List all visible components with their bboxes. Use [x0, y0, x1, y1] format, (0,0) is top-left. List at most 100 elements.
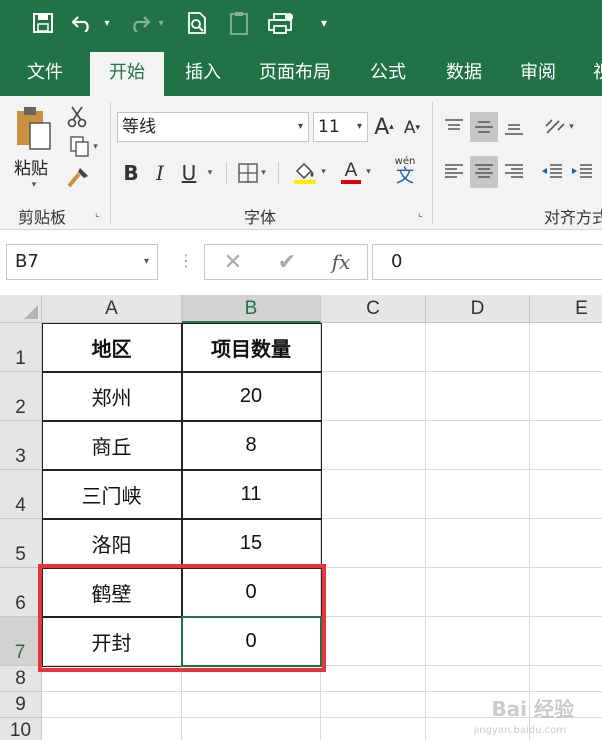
tab-insert[interactable]: 插入 [172, 50, 234, 96]
tab-review[interactable]: 审阅 [506, 50, 570, 96]
orientation-icon[interactable]: ▾ [538, 112, 580, 142]
bold-button[interactable]: B [120, 158, 142, 188]
tab-page-layout[interactable]: 页面布局 [246, 50, 344, 96]
region-cell[interactable]: 商丘 [42, 421, 182, 470]
cell[interactable] [321, 568, 426, 617]
cell[interactable] [321, 617, 426, 666]
select-all-button[interactable] [0, 295, 42, 323]
cell[interactable] [42, 692, 182, 718]
row-header-1[interactable]: 1 [0, 323, 42, 372]
cell[interactable] [426, 519, 530, 568]
align-bottom-icon[interactable] [500, 112, 528, 142]
copy-icon[interactable]: ▾ [64, 134, 104, 160]
row-header-10[interactable]: 10 [0, 718, 42, 740]
cell[interactable] [321, 718, 426, 740]
insert-function-icon[interactable]: fx [321, 245, 361, 279]
font-color-icon[interactable]: A ▾ [334, 156, 376, 188]
cell[interactable] [182, 692, 321, 718]
cancel-icon[interactable]: ✕ [213, 245, 253, 279]
region-cell[interactable]: 鹤壁 [42, 568, 182, 617]
align-left-icon[interactable] [440, 156, 468, 188]
increase-indent-icon[interactable] [568, 156, 596, 188]
printer-icon[interactable] [266, 8, 296, 38]
region-cell[interactable]: 郑州 [42, 372, 182, 421]
redo-dropdown-icon[interactable]: ▾ [155, 8, 167, 38]
borders-icon[interactable]: ▾ [232, 158, 272, 188]
count-cell[interactable]: 15 [182, 519, 321, 568]
clipboard-launcher-icon[interactable]: ⌞ [95, 208, 100, 219]
cell[interactable] [426, 470, 530, 519]
name-box[interactable]: B7 ▾ [6, 244, 158, 280]
count-cell[interactable]: 0 [182, 568, 321, 617]
row-header-9[interactable]: 9 [0, 692, 42, 718]
fill-color-icon[interactable]: ▾ [286, 156, 332, 188]
region-cell[interactable]: 洛阳 [42, 519, 182, 568]
row-header-2[interactable]: 2 [0, 372, 42, 421]
row-header-3[interactable]: 3 [0, 421, 42, 470]
row-header-4[interactable]: 4 [0, 470, 42, 519]
paste-icon[interactable] [10, 104, 58, 152]
cell[interactable] [182, 718, 321, 740]
cell[interactable] [321, 519, 426, 568]
enter-icon[interactable]: ✔ [267, 245, 307, 279]
header-cell-region[interactable]: 地区 [42, 323, 182, 372]
italic-button[interactable]: I [150, 158, 170, 188]
undo-dropdown-icon[interactable]: ▾ [100, 8, 114, 38]
tab-formulas[interactable]: 公式 [356, 50, 420, 96]
count-cell[interactable]: 0 [182, 617, 321, 666]
count-cell[interactable]: 20 [182, 372, 321, 421]
grow-font-icon[interactable]: A ▴ [372, 112, 396, 142]
worksheet-grid[interactable]: A B C D E 1 2 3 4 5 6 7 8 9 10 地区 项目数量 郑… [0, 295, 602, 740]
cut-icon[interactable] [64, 104, 90, 130]
cell[interactable] [321, 692, 426, 718]
region-cell[interactable]: 开封 [42, 617, 182, 666]
paste-dropdown-icon[interactable]: ▾ [26, 178, 42, 192]
customize-dropdown-icon[interactable]: ▾ [316, 8, 332, 38]
cell[interactable] [321, 470, 426, 519]
underline-dropdown-icon[interactable]: ▾ [202, 158, 218, 188]
cell[interactable] [426, 372, 530, 421]
tab-view[interactable]: 视 [582, 50, 602, 96]
cell[interactable] [426, 666, 530, 692]
font-size-select[interactable]: 11 ▾ [313, 112, 368, 142]
cell[interactable] [321, 372, 426, 421]
cell[interactable] [530, 617, 602, 666]
row-header-5[interactable]: 5 [0, 519, 42, 568]
redo-icon[interactable] [126, 8, 152, 38]
column-header-b[interactable]: B [182, 295, 321, 323]
cell[interactable] [321, 666, 426, 692]
align-center-icon[interactable] [470, 156, 498, 188]
align-middle-icon[interactable] [470, 112, 498, 142]
row-header-6[interactable]: 6 [0, 568, 42, 617]
cell[interactable] [321, 421, 426, 470]
decrease-indent-icon[interactable] [538, 156, 566, 188]
tab-data[interactable]: 数据 [432, 50, 496, 96]
cell[interactable] [42, 666, 182, 692]
format-painter-icon[interactable] [64, 164, 92, 190]
count-cell[interactable]: 8 [182, 421, 321, 470]
column-header-a[interactable]: A [42, 295, 182, 323]
align-right-icon[interactable] [500, 156, 528, 188]
paste-label[interactable]: 粘贴 [14, 154, 48, 179]
cell[interactable] [530, 568, 602, 617]
cell[interactable] [530, 666, 602, 692]
cell[interactable] [530, 323, 602, 372]
underline-button[interactable]: U [178, 158, 200, 188]
undo-icon[interactable] [70, 8, 96, 38]
formula-input[interactable]: 0 [372, 244, 602, 280]
cell[interactable] [182, 666, 321, 692]
row-header-8[interactable]: 8 [0, 666, 42, 692]
clipboard-icon[interactable] [226, 8, 252, 38]
phonetic-guide-icon[interactable]: wén 文 [384, 154, 426, 190]
column-header-e[interactable]: E [530, 295, 602, 323]
formula-bar-grip-icon[interactable]: ⋮ [178, 251, 194, 270]
column-header-d[interactable]: D [426, 295, 530, 323]
cell[interactable] [426, 617, 530, 666]
cell[interactable] [530, 421, 602, 470]
save-icon[interactable] [28, 8, 58, 38]
cell[interactable] [426, 323, 530, 372]
region-cell[interactable]: 三门峡 [42, 470, 182, 519]
font-name-select[interactable]: 等线 ▾ [117, 112, 309, 142]
tab-home[interactable]: 开始 [90, 52, 164, 98]
header-cell-count[interactable]: 项目数量 [182, 323, 321, 372]
